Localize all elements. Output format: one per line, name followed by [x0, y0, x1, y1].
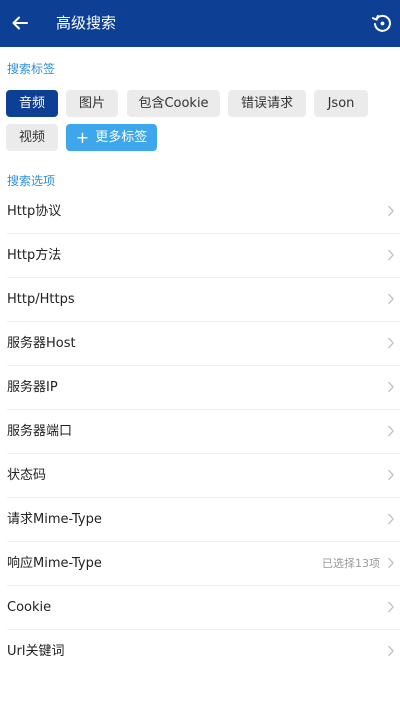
option-request-mime-type[interactable]: 请求Mime-Type [7, 498, 400, 542]
option-label: Url关键词 [7, 644, 65, 659]
tag-json[interactable]: Json [314, 90, 368, 117]
option-label: 响应Mime-Type [7, 556, 102, 571]
tag-error-request[interactable]: 错误请求 [228, 90, 306, 117]
chevron-right-icon [388, 381, 394, 393]
option-label: 服务器IP [7, 380, 58, 395]
reset-button[interactable] [370, 11, 394, 35]
option-label: 服务器端口 [7, 424, 73, 439]
tag-image[interactable]: 图片 [66, 90, 118, 117]
chevron-right-icon [388, 601, 394, 613]
chevron-right-icon [388, 425, 394, 437]
chevron-right-icon [388, 337, 394, 349]
option-label: Cookie [7, 600, 52, 615]
plus-icon: + [75, 128, 90, 147]
more-tags-button[interactable]: + 更多标签 [66, 124, 157, 151]
option-label: Http协议 [7, 204, 62, 219]
chevron-right-icon [388, 645, 394, 657]
history-reset-icon [372, 14, 391, 32]
page-title: 高级搜索 [56, 14, 117, 32]
option-server-ip[interactable]: 服务器IP [7, 366, 400, 410]
options-section-title: 搜索选项 [7, 174, 56, 188]
option-server-port[interactable]: 服务器端口 [7, 410, 400, 454]
app-bar: 高级搜索 [0, 0, 400, 47]
chevron-right-icon [388, 513, 394, 525]
chevron-right-icon [388, 205, 394, 217]
options-list: Http协议 Http方法 Http/Https 服务器Host 服务器IP 服… [0, 190, 400, 674]
tag-audio[interactable]: 音频 [6, 90, 58, 117]
option-label: 请求Mime-Type [7, 512, 102, 527]
option-label: 状态码 [7, 468, 47, 483]
tags-section-title: 搜索标签 [7, 62, 56, 76]
chevron-right-icon [388, 293, 394, 305]
option-status-code[interactable]: 状态码 [7, 454, 400, 498]
option-url-keyword[interactable]: Url关键词 [7, 630, 400, 674]
option-label: Http方法 [7, 248, 62, 263]
option-http-method[interactable]: Http方法 [7, 234, 400, 278]
option-cookie[interactable]: Cookie [7, 586, 400, 630]
option-response-mime-type[interactable]: 响应Mime-Type 已选择13项 [7, 542, 400, 586]
more-tags-label: 更多标签 [95, 130, 148, 145]
tag-video[interactable]: 视频 [6, 124, 58, 151]
chevron-right-icon [388, 469, 394, 481]
option-http-https[interactable]: Http/Https [7, 278, 400, 322]
tag-has-cookie[interactable]: 包含Cookie [127, 90, 220, 117]
chevron-right-icon [388, 557, 394, 569]
option-label: 服务器Host [7, 336, 76, 351]
chevron-right-icon [388, 249, 394, 261]
arrow-left-icon [12, 16, 28, 30]
back-button[interactable] [6, 9, 34, 37]
option-label: Http/Https [7, 292, 75, 307]
option-selected-value: 已选择13项 [322, 557, 380, 570]
option-server-host[interactable]: 服务器Host [7, 322, 400, 366]
option-http-protocol[interactable]: Http协议 [7, 190, 400, 234]
